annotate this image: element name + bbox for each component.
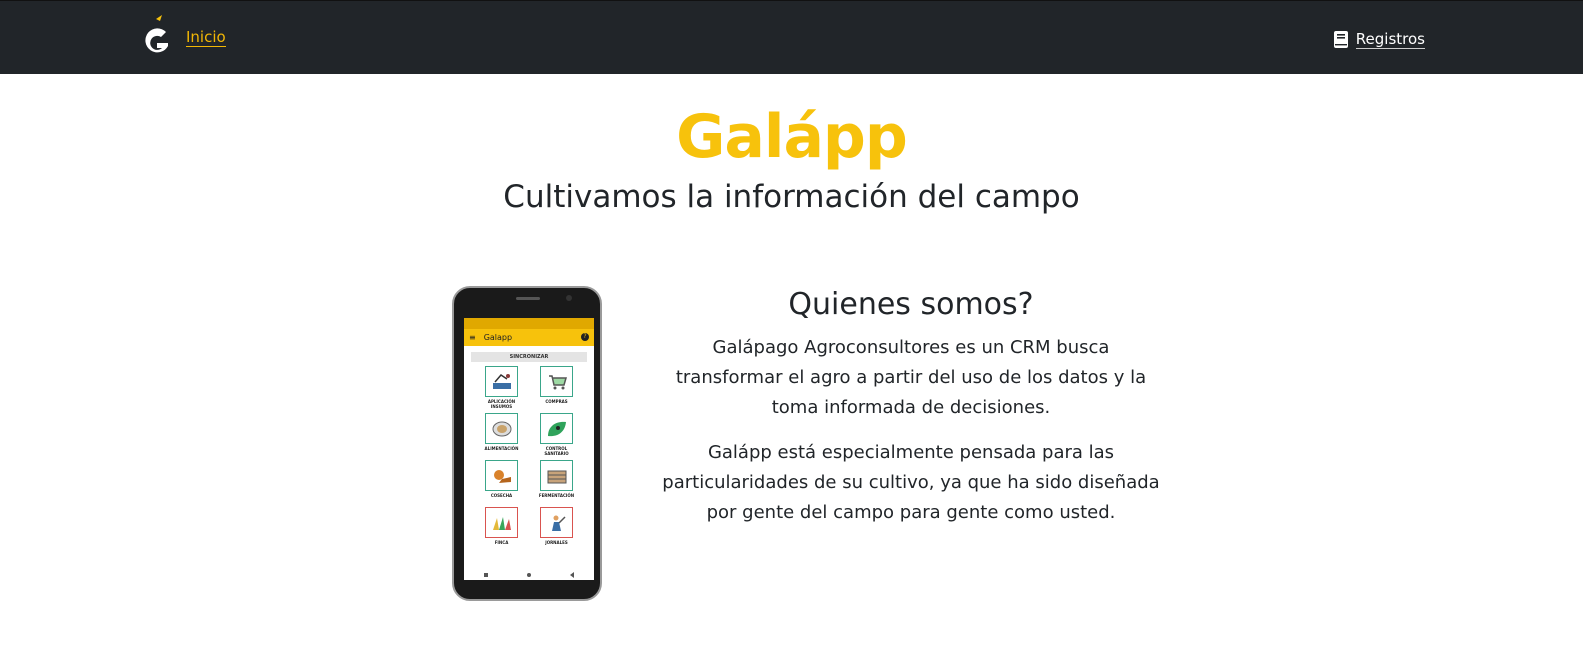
page-title: Galápp xyxy=(676,102,908,172)
phone-camera xyxy=(566,295,572,301)
leaf-icon xyxy=(540,413,573,444)
galapp-logo-icon[interactable] xyxy=(140,15,172,61)
nav-records-label: Registros xyxy=(1355,30,1425,49)
tile-finca: FINCA xyxy=(478,507,525,550)
farm-icon xyxy=(485,507,518,538)
tile-label: ALIMENTACIÓN xyxy=(484,446,519,451)
worker-icon xyxy=(540,507,573,538)
plate-icon xyxy=(485,413,518,444)
tile-cosecha: COSECHA xyxy=(478,460,525,503)
sync-button: SINCRONIZAR xyxy=(471,352,587,362)
nav-home-link[interactable]: Inicio xyxy=(186,28,226,47)
android-nav-bar xyxy=(464,570,594,580)
crate-icon xyxy=(540,460,573,491)
harvest-icon xyxy=(485,460,518,491)
tile-label: CONTROL SANITARIO xyxy=(544,446,569,456)
sprayer-icon xyxy=(485,366,518,397)
tile-control-sanitario: CONTROL SANITARIO xyxy=(533,413,580,456)
cart-icon xyxy=(540,366,573,397)
nav-records-link[interactable]: Registros xyxy=(1333,30,1425,49)
tile-label: FERMENTACIÓN xyxy=(538,493,575,498)
home-circle-icon xyxy=(526,573,531,577)
tile-fermentacion: FERMENTACIÓN xyxy=(533,460,580,503)
about-paragraph-2: Galápp está especialmente pensada para l… xyxy=(662,442,1160,523)
app-bar: ≡ Galapp ? xyxy=(464,329,594,346)
tile-label: APLICACIÓN INSUMOS xyxy=(487,399,516,409)
tile-alimentacion: ALIMENTACIÓN xyxy=(478,413,525,456)
phone-screen: ≡ Galapp ? SINCRONIZAR APLICACIÓN INSUMO… xyxy=(464,318,594,580)
recents-icon xyxy=(483,573,488,577)
phone-speaker xyxy=(516,297,540,300)
menu-icon: ≡ xyxy=(469,333,476,342)
tile-compras: COMPRAS xyxy=(533,366,580,409)
tile-label: COMPRAS xyxy=(545,399,568,404)
tile-jornales: JORNALES xyxy=(533,507,580,550)
tile-label: JORNALES xyxy=(545,540,568,545)
tagline: Cultivamos la información del campo xyxy=(503,179,1080,215)
help-icon: ? xyxy=(581,333,589,341)
tile-aplicacion-insumos: APLICACIÓN INSUMOS xyxy=(478,366,525,409)
back-icon xyxy=(570,572,575,578)
about-heading: Quienes somos? xyxy=(788,287,1034,322)
about-paragraph-1: Galápago Agroconsultores es un CRM busca… xyxy=(675,337,1147,418)
app-status-bar xyxy=(464,318,594,329)
tile-label: FINCA xyxy=(494,540,509,545)
tile-label: COSECHA xyxy=(490,493,513,498)
app-title: Galapp xyxy=(483,333,513,342)
top-navbar: Inicio Registros xyxy=(0,0,1583,74)
phone-mockup-image: ≡ Galapp ? SINCRONIZAR APLICACIÓN INSUMO… xyxy=(452,286,602,601)
book-icon xyxy=(1333,31,1348,48)
app-tile-grid: APLICACIÓN INSUMOS COMPRAS ALIMENTACIÓN … xyxy=(464,366,594,550)
